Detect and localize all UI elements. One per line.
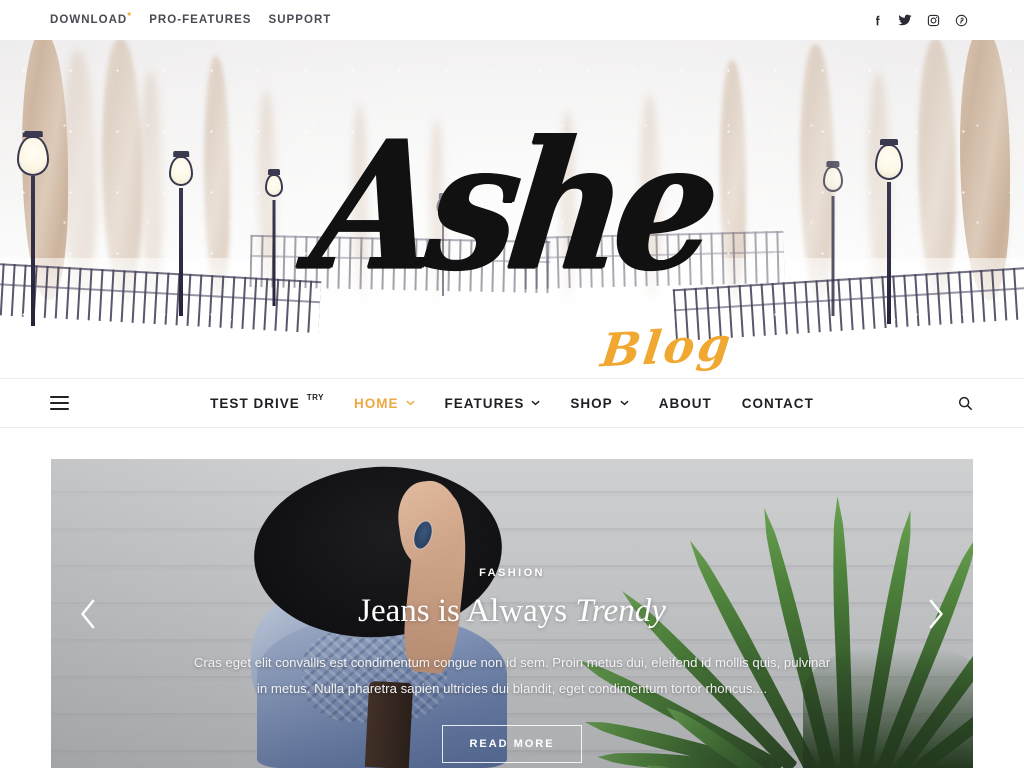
pinterest-icon[interactable] [954,13,968,27]
hero-header: Ashe Blog [0,40,1024,378]
topbar-link-download-label: DOWNLOAD [50,14,128,26]
social-links [870,13,1006,27]
slide-category[interactable]: FASHION [137,567,887,579]
menu-item-features-label: FEATURES [444,395,525,411]
slide-content: FASHION Jeans is Always Trendy Cras eget… [51,567,973,763]
menu-item-contact[interactable]: CONTACT [742,396,814,411]
main-menu: TEST DRIVE TRY HOME FEATURES SHOP ABOUT C… [0,392,1024,411]
instagram-icon[interactable] [926,13,940,27]
chevron-down-icon [531,400,540,406]
menu-item-test-drive[interactable]: TEST DRIVE TRY [210,392,324,411]
read-more-button[interactable]: READ MORE [442,724,582,763]
slide-title-italic: Trendy [575,593,666,629]
menu-item-shop-label: SHOP [570,395,613,411]
main-navigation-bar: TEST DRIVE TRY HOME FEATURES SHOP ABOUT C… [0,378,1024,428]
topbar-link-pro-features[interactable]: PRO-FEATURES [149,14,251,26]
menu-item-home-label: HOME [353,395,399,411]
falling-snow [0,40,1024,378]
menu-item-features[interactable]: FEATURES [445,396,541,411]
topbar-link-download[interactable]: DOWNLOAD* [50,11,133,27]
top-bar-links: DOWNLOAD* PRO-FEATURES SUPPORT [50,11,332,27]
download-star-icon: * [127,11,133,22]
search-icon[interactable] [956,394,974,412]
twitter-icon[interactable] [898,13,912,27]
slide-title[interactable]: Jeans is Always Trendy [137,593,887,631]
facebook-icon[interactable] [870,13,884,27]
slider-prev-arrow[interactable] [67,593,109,635]
menu-item-home[interactable]: HOME [354,396,415,411]
menu-item-test-drive-sup: TRY [306,392,324,402]
menu-item-test-drive-label: TEST DRIVE [210,395,300,411]
hamburger-menu-icon[interactable] [50,396,69,410]
hero-background-photo [0,40,1024,378]
chevron-down-icon [405,400,415,406]
slide-excerpt: Cras eget elit convallis est condimentum… [193,654,831,697]
slider-next-arrow[interactable] [915,593,957,635]
topbar-link-support[interactable]: SUPPORT [269,14,332,26]
slide-title-plain: Jeans is Always [358,593,576,629]
top-bar: DOWNLOAD* PRO-FEATURES SUPPORT [0,0,1024,40]
chevron-down-icon [620,400,629,406]
featured-slider: FASHION Jeans is Always Trendy Cras eget… [0,428,1024,768]
menu-item-shop[interactable]: SHOP [570,395,629,411]
menu-item-about[interactable]: ABOUT [659,396,712,411]
slide: FASHION Jeans is Always Trendy Cras eget… [51,459,973,768]
